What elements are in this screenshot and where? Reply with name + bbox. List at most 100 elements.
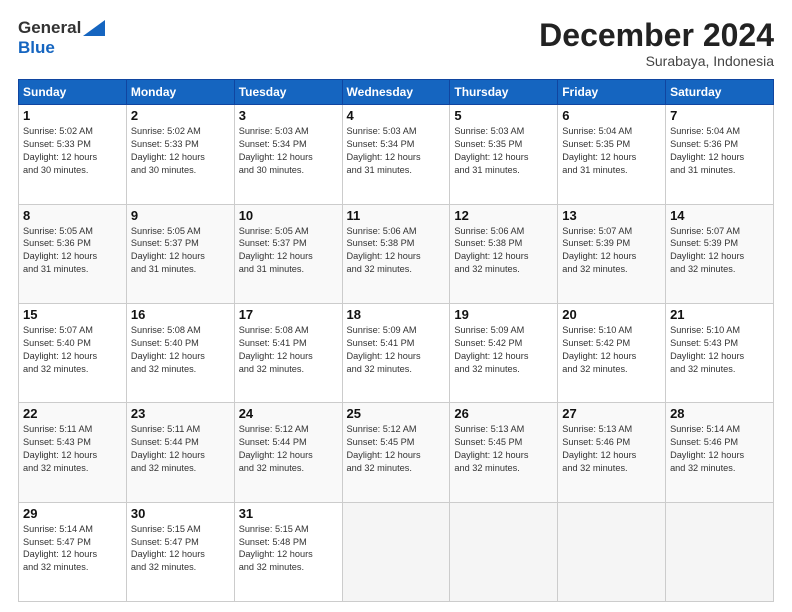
calendar-table: Sunday Monday Tuesday Wednesday Thursday… <box>18 79 774 602</box>
day-number: 22 <box>23 406 122 421</box>
calendar-cell: 13 Sunrise: 5:07 AM Sunset: 5:39 PM Dayli… <box>558 204 666 303</box>
day-number: 10 <box>239 208 338 223</box>
calendar-week-1: 1 Sunrise: 5:02 AM Sunset: 5:33 PM Daylig… <box>19 105 774 204</box>
calendar-cell: 1 Sunrise: 5:02 AM Sunset: 5:33 PM Daylig… <box>19 105 127 204</box>
calendar-page: General Blue December 2024 Surabaya, Ind… <box>0 0 792 612</box>
calendar-cell <box>342 502 450 601</box>
calendar-cell: 29Sunrise: 5:14 AM Sunset: 5:47 PM Dayli… <box>19 502 127 601</box>
header: General Blue December 2024 Surabaya, Ind… <box>18 18 774 69</box>
calendar-cell: 3 Sunrise: 5:03 AM Sunset: 5:34 PM Daylig… <box>234 105 342 204</box>
day-number: 17 <box>239 307 338 322</box>
calendar-cell: 9 Sunrise: 5:05 AM Sunset: 5:37 PM Daylig… <box>126 204 234 303</box>
day-info: Sunrise: 5:12 AM Sunset: 5:44 PM Dayligh… <box>239 423 338 475</box>
day-number: 19 <box>454 307 553 322</box>
day-number: 8 <box>23 208 122 223</box>
day-info: Sunrise: 5:11 AM Sunset: 5:44 PM Dayligh… <box>131 423 230 475</box>
calendar-cell: 27 Sunrise: 5:13 AM Sunset: 5:46 PM Dayli… <box>558 403 666 502</box>
calendar-cell: 23 Sunrise: 5:11 AM Sunset: 5:44 PM Dayli… <box>126 403 234 502</box>
day-info: Sunrise: 5:07 AM Sunset: 5:39 PM Dayligh… <box>670 225 769 277</box>
day-info: Sunrise: 5:11 AM Sunset: 5:43 PM Dayligh… <box>23 423 122 475</box>
calendar-cell <box>666 502 774 601</box>
day-info: Sunrise: 5:04 AM Sunset: 5:35 PM Dayligh… <box>562 125 661 177</box>
day-number: 26 <box>454 406 553 421</box>
day-info: Sunrise: 5:07 AM Sunset: 5:39 PM Dayligh… <box>562 225 661 277</box>
day-number: 28 <box>670 406 769 421</box>
day-info: Sunrise: 5:02 AM Sunset: 5:33 PM Dayligh… <box>23 125 122 177</box>
day-info: Sunrise: 5:09 AM Sunset: 5:41 PM Dayligh… <box>347 324 446 376</box>
day-number: 6 <box>562 108 661 123</box>
day-number: 25 <box>347 406 446 421</box>
calendar-cell: 17 Sunrise: 5:08 AM Sunset: 5:41 PM Dayli… <box>234 303 342 402</box>
calendar-cell: 24 Sunrise: 5:12 AM Sunset: 5:44 PM Dayli… <box>234 403 342 502</box>
day-number: 18 <box>347 307 446 322</box>
day-number: 16 <box>131 307 230 322</box>
day-number: 5 <box>454 108 553 123</box>
day-info: Sunrise: 5:05 AM Sunset: 5:37 PM Dayligh… <box>131 225 230 277</box>
calendar-cell: 14 Sunrise: 5:07 AM Sunset: 5:39 PM Dayli… <box>666 204 774 303</box>
day-number: 27 <box>562 406 661 421</box>
calendar-title: December 2024 <box>539 18 774 53</box>
day-number: 14 <box>670 208 769 223</box>
calendar-cell: 26Sunrise: 5:13 AM Sunset: 5:45 PM Dayli… <box>450 403 558 502</box>
header-friday: Friday <box>558 80 666 105</box>
day-number: 24 <box>239 406 338 421</box>
calendar-cell: 15 Sunrise: 5:07 AM Sunset: 5:40 PM Dayli… <box>19 303 127 402</box>
day-number: 1 <box>23 108 122 123</box>
calendar-cell: 28 Sunrise: 5:14 AM Sunset: 5:46 PM Dayli… <box>666 403 774 502</box>
day-number: 3 <box>239 108 338 123</box>
calendar-week-5: 29Sunrise: 5:14 AM Sunset: 5:47 PM Dayli… <box>19 502 774 601</box>
calendar-cell: 11Sunrise: 5:06 AM Sunset: 5:38 PM Dayli… <box>342 204 450 303</box>
day-info: Sunrise: 5:14 AM Sunset: 5:46 PM Dayligh… <box>670 423 769 475</box>
header-tuesday: Tuesday <box>234 80 342 105</box>
day-number: 11 <box>347 208 446 223</box>
day-info: Sunrise: 5:03 AM Sunset: 5:34 PM Dayligh… <box>239 125 338 177</box>
calendar-cell <box>450 502 558 601</box>
day-info: Sunrise: 5:05 AM Sunset: 5:36 PM Dayligh… <box>23 225 122 277</box>
day-info: Sunrise: 5:15 AM Sunset: 5:47 PM Dayligh… <box>131 523 230 575</box>
day-info: Sunrise: 5:06 AM Sunset: 5:38 PM Dayligh… <box>454 225 553 277</box>
header-wednesday: Wednesday <box>342 80 450 105</box>
calendar-cell: 6 Sunrise: 5:04 AM Sunset: 5:35 PM Daylig… <box>558 105 666 204</box>
calendar-cell: 18 Sunrise: 5:09 AM Sunset: 5:41 PM Dayli… <box>342 303 450 402</box>
calendar-cell: 8 Sunrise: 5:05 AM Sunset: 5:36 PM Daylig… <box>19 204 127 303</box>
day-info: Sunrise: 5:08 AM Sunset: 5:40 PM Dayligh… <box>131 324 230 376</box>
calendar-header-row: Sunday Monday Tuesday Wednesday Thursday… <box>19 80 774 105</box>
day-number: 7 <box>670 108 769 123</box>
logo-icon <box>83 20 105 36</box>
title-block: December 2024 Surabaya, Indonesia <box>539 18 774 69</box>
calendar-cell: 10 Sunrise: 5:05 AM Sunset: 5:37 PM Dayli… <box>234 204 342 303</box>
day-info: Sunrise: 5:07 AM Sunset: 5:40 PM Dayligh… <box>23 324 122 376</box>
header-monday: Monday <box>126 80 234 105</box>
day-info: Sunrise: 5:05 AM Sunset: 5:37 PM Dayligh… <box>239 225 338 277</box>
logo-blue-text: Blue <box>18 38 55 58</box>
day-info: Sunrise: 5:03 AM Sunset: 5:35 PM Dayligh… <box>454 125 553 177</box>
day-number: 23 <box>131 406 230 421</box>
calendar-cell <box>558 502 666 601</box>
calendar-cell: 20Sunrise: 5:10 AM Sunset: 5:42 PM Dayli… <box>558 303 666 402</box>
day-number: 12 <box>454 208 553 223</box>
day-info: Sunrise: 5:08 AM Sunset: 5:41 PM Dayligh… <box>239 324 338 376</box>
day-number: 9 <box>131 208 230 223</box>
header-sunday: Sunday <box>19 80 127 105</box>
day-info: Sunrise: 5:12 AM Sunset: 5:45 PM Dayligh… <box>347 423 446 475</box>
day-info: Sunrise: 5:14 AM Sunset: 5:47 PM Dayligh… <box>23 523 122 575</box>
calendar-cell: 5 Sunrise: 5:03 AM Sunset: 5:35 PM Daylig… <box>450 105 558 204</box>
day-number: 13 <box>562 208 661 223</box>
day-number: 4 <box>347 108 446 123</box>
calendar-cell: 4 Sunrise: 5:03 AM Sunset: 5:34 PM Daylig… <box>342 105 450 204</box>
header-thursday: Thursday <box>450 80 558 105</box>
calendar-week-4: 22 Sunrise: 5:11 AM Sunset: 5:43 PM Dayli… <box>19 403 774 502</box>
calendar-week-3: 15 Sunrise: 5:07 AM Sunset: 5:40 PM Dayli… <box>19 303 774 402</box>
calendar-cell: 31Sunrise: 5:15 AM Sunset: 5:48 PM Dayli… <box>234 502 342 601</box>
day-number: 30 <box>131 506 230 521</box>
day-number: 20 <box>562 307 661 322</box>
calendar-cell: 21Sunrise: 5:10 AM Sunset: 5:43 PM Dayli… <box>666 303 774 402</box>
day-info: Sunrise: 5:02 AM Sunset: 5:33 PM Dayligh… <box>131 125 230 177</box>
day-info: Sunrise: 5:13 AM Sunset: 5:46 PM Dayligh… <box>562 423 661 475</box>
calendar-subtitle: Surabaya, Indonesia <box>539 53 774 69</box>
day-number: 15 <box>23 307 122 322</box>
calendar-cell: 12 Sunrise: 5:06 AM Sunset: 5:38 PM Dayli… <box>450 204 558 303</box>
day-info: Sunrise: 5:03 AM Sunset: 5:34 PM Dayligh… <box>347 125 446 177</box>
day-info: Sunrise: 5:09 AM Sunset: 5:42 PM Dayligh… <box>454 324 553 376</box>
calendar-cell: 2Sunrise: 5:02 AM Sunset: 5:33 PM Daylig… <box>126 105 234 204</box>
